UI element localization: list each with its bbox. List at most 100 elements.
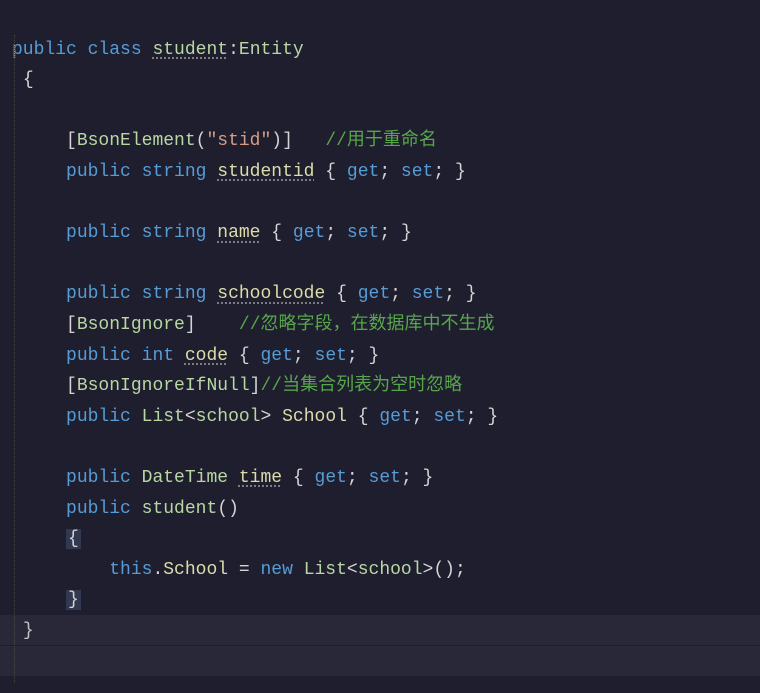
bracket: [ [66, 315, 77, 335]
keyword-set: set [412, 284, 444, 304]
code-line[interactable]: public student() [12, 499, 239, 519]
keyword-new: new [260, 560, 292, 580]
keyword-get: get [293, 223, 325, 243]
angle-bracket: < [347, 560, 358, 580]
brace: } [369, 346, 380, 366]
equals: = [228, 560, 260, 580]
bracket: [ [66, 131, 77, 151]
open-brace: { [66, 529, 81, 549]
keyword-type: string [142, 284, 207, 304]
code-line[interactable]: this.School = new List<school>(); [12, 560, 466, 580]
property-ref: School [163, 560, 228, 580]
semicolon: ; [293, 346, 315, 366]
property-name: studentid [217, 162, 314, 182]
keyword-public: public [66, 346, 131, 366]
keyword-this: this [109, 560, 152, 580]
keyword-type: int [142, 346, 174, 366]
brace: { [293, 468, 315, 488]
parens: () [217, 499, 239, 519]
comment: //当集合列表为空时忽略 [260, 376, 462, 396]
keyword-public: public [66, 468, 131, 488]
semicolon: ; [433, 162, 455, 182]
semicolon: ; [379, 223, 401, 243]
semicolon: ; [379, 162, 401, 182]
base-class: Entity [239, 40, 304, 60]
close-brace: } [66, 590, 81, 610]
code-line[interactable]: { [12, 529, 81, 549]
property-name: School [282, 407, 347, 427]
space [293, 560, 304, 580]
type-name: List [304, 560, 347, 580]
brace: { [239, 346, 261, 366]
property-name: name [217, 223, 260, 243]
semicolon: ; [390, 284, 412, 304]
bracket: ] [250, 376, 261, 396]
code-line[interactable]: public string name { get; set; } [12, 223, 412, 243]
code-line[interactable]: } [12, 621, 34, 641]
keyword-public: public [66, 162, 131, 182]
semicolon: ; [466, 407, 488, 427]
attribute-name: BsonIgnore [77, 315, 185, 335]
brace: } [401, 223, 412, 243]
semicolon: ; [347, 346, 369, 366]
code-line[interactable]: { [12, 70, 34, 90]
property-name: schoolcode [217, 284, 325, 304]
code-line[interactable]: [BsonIgnore] //忽略字段，在数据库中不生成 [12, 315, 495, 335]
brace: } [466, 284, 477, 304]
code-line[interactable]: public string schoolcode { get; set; } [12, 284, 477, 304]
dot: . [152, 560, 163, 580]
generic-type: school [358, 560, 423, 580]
keyword-type: string [142, 162, 207, 182]
semicolon: ; [401, 468, 423, 488]
type-name: DateTime [142, 468, 228, 488]
keyword-get: get [358, 284, 390, 304]
class-name: student [152, 40, 228, 60]
code-line[interactable]: public DateTime time { get; set; } [12, 468, 433, 488]
brace: } [487, 407, 498, 427]
angle-bracket: < [185, 407, 196, 427]
code-line[interactable]: public List<school> School { get; set; } [12, 407, 498, 427]
type-name: List [142, 407, 185, 427]
keyword-get: get [347, 162, 379, 182]
keyword-public: public [66, 223, 131, 243]
semicolon: ; [412, 407, 434, 427]
code-line[interactable]: public string studentid { get; set; } [12, 162, 466, 182]
brace: } [423, 468, 434, 488]
close-brace: } [23, 621, 34, 641]
keyword-get: get [261, 346, 293, 366]
bracket: ] [185, 315, 196, 335]
string-literal: "stid" [206, 131, 271, 151]
angle-bracket: > [423, 560, 434, 580]
code-line[interactable]: public int code { get; set; } [12, 346, 379, 366]
code-line[interactable]: } [12, 590, 81, 610]
keyword-public: public [12, 40, 77, 60]
keyword-class: class [88, 40, 142, 60]
keyword-set: set [315, 346, 347, 366]
keyword-set: set [369, 468, 401, 488]
comment: //用于重命名 [325, 131, 437, 151]
open-brace: { [23, 70, 34, 90]
code-line[interactable]: public class student:Entity [12, 40, 304, 60]
property-name: code [185, 346, 228, 366]
bracket: ] [282, 131, 293, 151]
keyword-public: public [66, 284, 131, 304]
semicolon: ; [444, 284, 466, 304]
angle-bracket: > [260, 407, 271, 427]
keyword-set: set [433, 407, 465, 427]
code-line[interactable]: [BsonIgnoreIfNull]//当集合列表为空时忽略 [12, 376, 462, 396]
attribute-name: BsonElement [77, 131, 196, 151]
keyword-get: get [379, 407, 411, 427]
code-line[interactable]: [BsonElement("stid")] //用于重命名 [12, 131, 437, 151]
constructor-name: student [142, 499, 218, 519]
keyword-public: public [66, 407, 131, 427]
keyword-set: set [347, 223, 379, 243]
semicolon: ; [325, 223, 347, 243]
comment: //忽略字段，在数据库中不生成 [239, 315, 495, 335]
keyword-type: string [142, 223, 207, 243]
highlight-line [0, 646, 760, 676]
code-editor[interactable]: public class student:Entity { [BsonEleme… [0, 4, 760, 646]
bracket: [ [66, 376, 77, 396]
parens: () [433, 560, 455, 580]
keyword-get: get [315, 468, 347, 488]
colon: : [228, 40, 239, 60]
